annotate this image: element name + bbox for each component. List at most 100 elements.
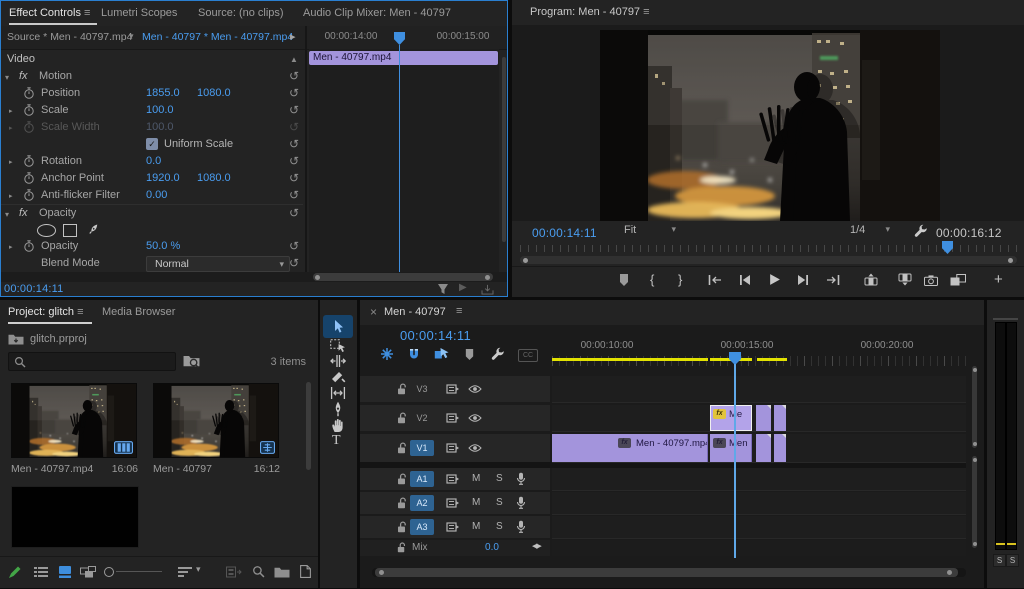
sort-chevron-icon[interactable]: ▾	[196, 564, 201, 575]
tab-source[interactable]: Source: (no clips)	[198, 7, 284, 19]
voiceover-mic-icon[interactable]	[516, 496, 526, 510]
lock-icon[interactable]	[396, 521, 408, 533]
play-audio-icon[interactable]: ▶	[459, 282, 467, 293]
settings-wrench-icon[interactable]	[914, 224, 928, 238]
extract-icon[interactable]	[898, 273, 912, 286]
captions-icon[interactable]: CC	[518, 349, 538, 362]
project-bin-name[interactable]: glitch.prproj	[30, 333, 87, 345]
scroll-handle-dot[interactable]	[973, 542, 977, 546]
position-y-value[interactable]: 1080.0	[197, 85, 231, 102]
freeform-view-icon[interactable]	[80, 566, 96, 578]
sequence-badge-icon[interactable]	[260, 441, 275, 454]
project-item-1-thumbnail[interactable]	[11, 383, 137, 458]
reset-opacity-icon[interactable]: ↺	[287, 238, 301, 255]
stopwatch-icon[interactable]	[23, 87, 35, 99]
antiflicker-value[interactable]: 0.00	[146, 187, 167, 204]
play-button-icon[interactable]	[768, 273, 781, 286]
list-view-icon[interactable]	[34, 566, 48, 578]
find-icon[interactable]	[252, 565, 265, 578]
scale-value[interactable]: 100.0	[146, 102, 174, 119]
ec-clip-bar[interactable]: Men - 40797.mp4	[309, 51, 498, 65]
project-writable-pen-icon[interactable]	[8, 565, 22, 579]
scroll-handle-dot[interactable]	[379, 570, 384, 575]
linked-selection-icon[interactable]	[434, 347, 449, 361]
clip-v2-small-2[interactable]	[774, 405, 786, 431]
lock-icon[interactable]	[396, 542, 407, 553]
uniform-scale-checkbox[interactable]: ✓	[146, 138, 158, 150]
track-v1-target[interactable]: V1	[410, 440, 434, 456]
go-to-in-icon[interactable]	[708, 274, 722, 286]
sync-lock-icon[interactable]	[446, 521, 460, 533]
stopwatch-icon[interactable]	[23, 189, 35, 201]
keyframe-nav-icon[interactable]: ◀▶	[532, 542, 541, 550]
reset-rotation-icon[interactable]: ↺	[287, 153, 301, 170]
add-marker-icon[interactable]	[618, 273, 630, 287]
mark-in-icon[interactable]: {	[650, 272, 654, 287]
source-collapse-chevron-icon[interactable]: ▾	[129, 31, 134, 42]
button-editor-icon[interactable]: +	[994, 271, 1003, 288]
timeline-vscroll-video[interactable]	[972, 366, 977, 448]
project-item-2-thumbnail[interactable]	[153, 383, 279, 458]
scroll-handle-dot[interactable]	[973, 442, 977, 446]
ec-current-timecode[interactable]: 00:00:14:11	[4, 283, 64, 295]
scroll-handle-dot[interactable]	[523, 258, 528, 263]
stopwatch-icon[interactable]	[23, 104, 35, 116]
project-search-input[interactable]	[8, 352, 176, 371]
export-frame-camera-icon[interactable]	[924, 275, 938, 286]
program-zoom-select[interactable]: Fit ▾	[624, 224, 676, 240]
tab-lumetri-scopes[interactable]: Lumetri Scopes	[101, 7, 177, 19]
timeline-add-marker-icon[interactable]	[464, 348, 475, 361]
ellipse-mask-icon[interactable]	[37, 224, 56, 237]
reset-anchor-icon[interactable]: ↺	[287, 170, 301, 187]
lift-icon[interactable]	[864, 273, 878, 286]
mute-button[interactable]: M	[472, 497, 480, 508]
filter-properties-icon[interactable]	[437, 283, 449, 295]
timeline-current-timecode[interactable]: 00:00:14:11	[400, 328, 471, 343]
project-item-3-thumbnail[interactable]	[11, 486, 139, 548]
razor-tool[interactable]	[330, 369, 346, 385]
go-to-out-icon[interactable]	[826, 274, 840, 286]
sort-icon[interactable]	[178, 566, 192, 578]
project-vertical-scrollbar[interactable]	[306, 382, 311, 470]
anchor-x-value[interactable]: 1920.0	[146, 170, 180, 187]
scroll-handle-dot[interactable]	[973, 458, 977, 462]
new-item-icon[interactable]	[300, 565, 311, 578]
voiceover-mic-icon[interactable]	[516, 520, 526, 534]
step-forward-icon[interactable]	[797, 274, 809, 286]
meter-solo-right-button[interactable]: S	[1006, 554, 1019, 567]
track-output-eye-icon[interactable]	[468, 413, 482, 423]
clip-v2-small-1[interactable]	[756, 405, 771, 431]
lock-icon[interactable]	[396, 442, 408, 454]
scroll-handle-dot[interactable]	[315, 275, 320, 280]
thumbnail-zoom-slider[interactable]	[116, 571, 162, 572]
comparison-view-icon[interactable]	[950, 274, 966, 286]
project-item-1[interactable]: Men - 40797.mp4 16:06	[8, 380, 140, 478]
ec-row-motion[interactable]: ▾ fx Motion ↺	[1, 68, 303, 85]
ec-row-opacity-header[interactable]: ▾ fx Opacity ↺	[1, 204, 303, 222]
pen-tool[interactable]	[330, 401, 346, 417]
tab-timeline-sequence[interactable]: Men - 40797	[384, 306, 446, 318]
timeline-ruler[interactable]: 00:00:10:00 00:00:15:00 00:00:20:00	[552, 338, 966, 368]
position-x-value[interactable]: 1855.0	[146, 85, 180, 102]
filmstrip-badge-icon[interactable]	[114, 441, 133, 454]
tab-project[interactable]: Project: glitch ≡	[8, 306, 84, 318]
antiflicker-expander-icon[interactable]: ▸	[9, 188, 13, 205]
scroll-handle-dot[interactable]	[485, 275, 490, 280]
timeline-settings-wrench-icon[interactable]	[491, 347, 505, 361]
track-select-forward-tool[interactable]	[330, 337, 346, 353]
ec-mini-timeline[interactable]: Men - 40797.mp4	[309, 49, 499, 272]
scroll-handle-dot[interactable]	[947, 570, 952, 575]
track-a3-target[interactable]: A3	[410, 519, 434, 535]
type-tool[interactable]: T	[332, 433, 341, 449]
stopwatch-icon[interactable]	[23, 172, 35, 184]
clip-v1-short[interactable]: fx Men	[710, 434, 752, 462]
rotation-expander-icon[interactable]: ▸	[9, 154, 13, 171]
collapse-section-icon[interactable]: ▲	[290, 51, 298, 68]
ripple-edit-tool[interactable]	[330, 353, 346, 369]
clip-v1-small-2[interactable]	[774, 434, 786, 462]
clip-v2-selected[interactable]: fx Me	[710, 405, 752, 431]
mix-level-value[interactable]: 0.0	[472, 542, 512, 553]
lock-icon[interactable]	[396, 497, 408, 509]
panel-menu-icon[interactable]: ≡	[456, 305, 462, 317]
track-content-a2[interactable]	[552, 492, 966, 515]
